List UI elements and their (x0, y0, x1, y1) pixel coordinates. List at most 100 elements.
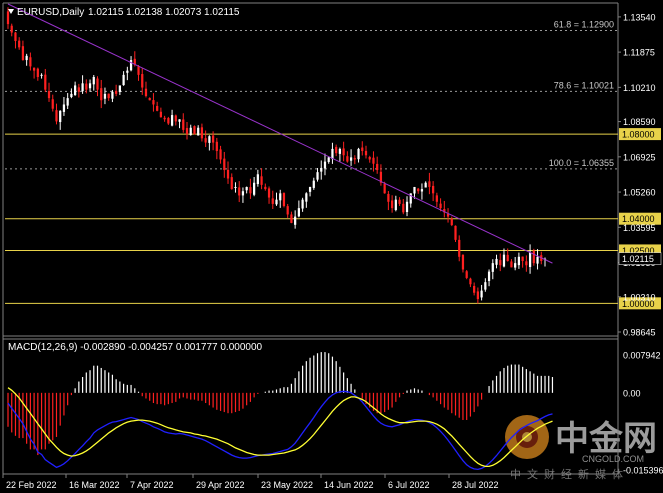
candle-body (260, 176, 263, 185)
candle-body (361, 147, 364, 152)
candle-body (59, 110, 62, 123)
candle-body (349, 157, 353, 161)
candle-body (495, 258, 498, 265)
candle-body (290, 214, 293, 223)
candle-body (156, 105, 159, 111)
candle-body (197, 127, 200, 136)
candle-body (297, 208, 300, 217)
candle-body (152, 100, 155, 105)
price-tick-8: 1.00310 (623, 292, 656, 302)
candle-body (338, 148, 342, 154)
candle-body (55, 110, 58, 122)
candle-body (6, 11, 10, 25)
price-tick-2: 1.10210 (623, 83, 656, 93)
candle-body (405, 201, 409, 212)
candle-body (96, 78, 99, 90)
candle-body (279, 193, 282, 201)
candle-body (122, 74, 125, 86)
candle-body (85, 83, 88, 90)
candle-body (18, 40, 21, 48)
price-tick-0: 1.13540 (623, 12, 656, 22)
candle-body (282, 193, 286, 207)
candle-body (506, 254, 509, 262)
candle-body (238, 187, 241, 196)
candle-body (473, 285, 476, 293)
candle-body (294, 216, 297, 225)
candle-body (77, 87, 80, 92)
symbol-label: EURUSD,Daily (17, 7, 84, 18)
candle-body (320, 167, 323, 172)
candle-body (275, 199, 278, 205)
macd-tick-0: 0.007942 (623, 351, 661, 361)
candle-body (174, 115, 177, 122)
candle-body (253, 182, 256, 195)
price-tick-4: 1.06925 (623, 152, 656, 162)
candle-body (469, 278, 472, 285)
candle-body (353, 158, 356, 160)
candle-body (66, 98, 69, 106)
candle-body (480, 290, 483, 298)
candle-body (148, 97, 151, 101)
candle-body (211, 135, 215, 143)
candle-body (286, 206, 289, 215)
candle-body (465, 271, 468, 278)
macd-header-label: MACD(12,26,9) -0.002890 -0.004257 0.0017… (8, 342, 263, 353)
candle-body (159, 111, 163, 118)
candle-body (14, 32, 17, 42)
candle-body (364, 150, 368, 156)
candle-body (208, 136, 211, 143)
price-tick-6: 1.03595 (623, 223, 656, 233)
candle-body (51, 99, 54, 109)
candle-body (387, 193, 390, 202)
candle-body (29, 57, 32, 67)
candle-body (428, 181, 431, 187)
candle-body (182, 119, 185, 130)
candle-body (368, 156, 371, 160)
time-label-5: 14 Jun 2022 (324, 480, 374, 490)
candle-body (92, 76, 95, 85)
candle-body (514, 263, 517, 268)
candle-body (331, 148, 334, 159)
candle-body (376, 163, 379, 171)
price-tick-3: 1.08590 (623, 117, 656, 127)
candle-body (245, 186, 248, 191)
candle-body (234, 186, 237, 188)
candle-body (267, 188, 271, 198)
candle-body (88, 83, 92, 89)
candle-body (115, 91, 118, 94)
candle-body (346, 156, 349, 162)
candle-body (189, 127, 192, 136)
candle-body (215, 141, 218, 152)
candle-body (103, 93, 107, 99)
candle-body (454, 225, 457, 240)
candle-body (517, 256, 521, 266)
candle-body (223, 158, 226, 171)
candle-body (44, 74, 47, 90)
candle-body (357, 148, 360, 160)
ohlc-readout: 1.02115 1.02138 1.02073 1.02115 (88, 7, 240, 18)
candle-body (390, 200, 394, 209)
candle-body (484, 282, 487, 290)
candle-body (100, 88, 103, 101)
candle-body (435, 195, 438, 202)
macd-tick-1: 0.00 (623, 388, 641, 398)
current-price-text: 1.02115 (622, 254, 654, 264)
candle-body (170, 115, 174, 126)
candle-body (342, 148, 345, 156)
candle-body (167, 118, 170, 124)
candle-body (21, 46, 25, 61)
candle-body (439, 203, 442, 209)
time-label-4: 23 May 2022 (261, 480, 313, 490)
candle-body (417, 188, 420, 192)
macd-tick-2: -0.015396 (623, 466, 663, 476)
candle-body (47, 91, 51, 99)
candle-body (36, 68, 39, 77)
candle-body (271, 198, 274, 204)
candle-body (10, 25, 13, 33)
candle-body (137, 66, 140, 75)
candle-body (461, 254, 465, 270)
candle-body (532, 250, 535, 264)
chart-header: EURUSD,Daily 1.02115 1.02138 1.02073 1.0… (8, 7, 240, 18)
candle-body (163, 117, 166, 120)
candle-body (536, 256, 539, 264)
